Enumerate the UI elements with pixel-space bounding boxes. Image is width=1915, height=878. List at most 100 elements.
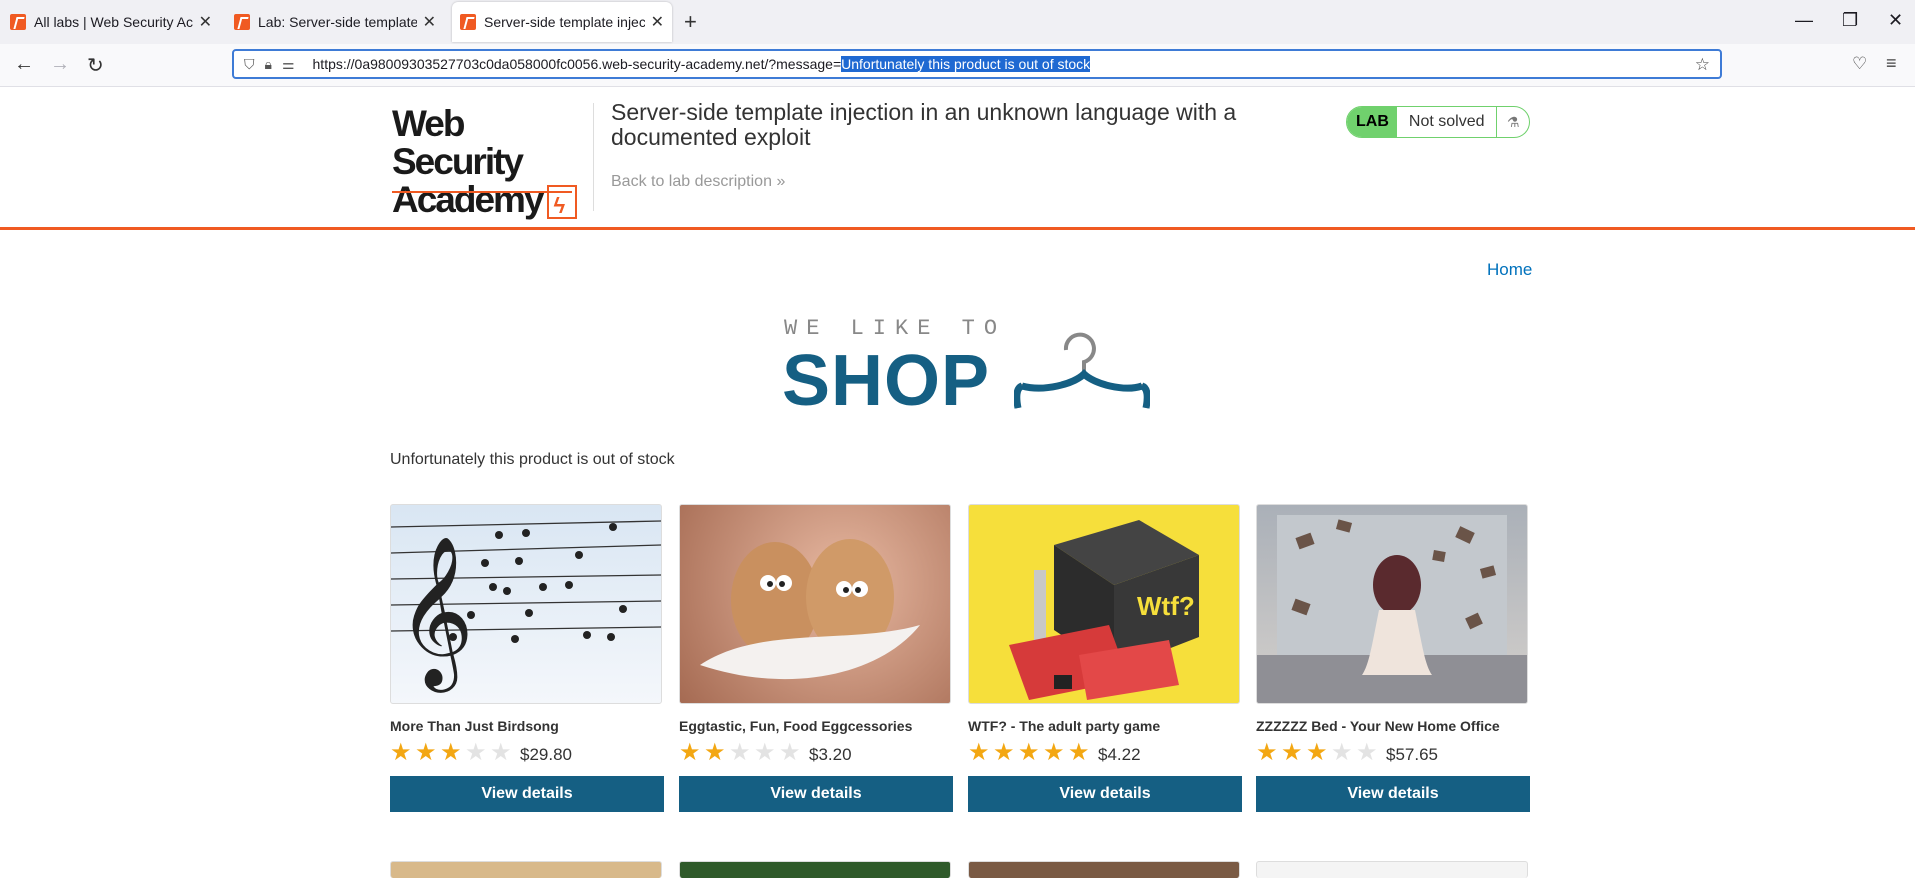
product-name: Eggtastic, Fun, Food Eggcessories [679, 718, 913, 734]
lock-icon[interactable]: 🔒︎ [265, 56, 272, 73]
product-name: ZZZZZZ Bed - Your New Home Office [1256, 718, 1500, 734]
shield-icon[interactable]: ⛉ [244, 56, 255, 73]
star-icon: ★ [1356, 739, 1378, 766]
product-name: More Than Just Birdsong [390, 718, 559, 734]
coat-hanger-icon [1014, 332, 1150, 409]
logo-underline [392, 191, 572, 193]
star-icon: ★ [1256, 739, 1278, 766]
double-chevron-right-icon: » [776, 173, 786, 190]
product-price: $4.22 [1098, 744, 1141, 764]
product-image-partial[interactable] [390, 861, 662, 878]
lab-header: Web Security Academy Server-side templat… [0, 87, 1915, 230]
product-name: WTF? - The adult party game [968, 718, 1161, 734]
star-icon: ★ [968, 739, 990, 766]
product-card: Wtf? WTF? - The adult party game ★ ★ ★ ★ ★ $… [968, 504, 1242, 812]
tab-all-labs[interactable]: All labs | Web Security Academy ✕ [2, 2, 220, 42]
tab-title: Lab: Server-side template injection in a… [258, 14, 417, 30]
svg-text:𝄞: 𝄞 [397, 534, 474, 693]
pocket-icon[interactable]: ♡ [1852, 54, 1867, 74]
lab-title: Server-side template injection in an unk… [611, 99, 1237, 150]
star-icon: ★ [490, 739, 512, 766]
hamburger-menu-icon[interactable]: ≡ [1886, 53, 1897, 74]
product-image-partial[interactable] [968, 861, 1240, 878]
banner-title: SHOP [782, 341, 991, 421]
shop-banner: WE LIKE TO SHOP [782, 316, 1150, 421]
close-icon[interactable]: ✕ [651, 12, 664, 32]
lab-badge-label: LAB [1347, 107, 1397, 137]
header-divider [593, 103, 594, 211]
product-image-partial[interactable] [679, 861, 951, 878]
navigation-bar: ← → ↻ ⛉ 🔒︎ ⚌ https://0a98009303527703c0d… [0, 44, 1915, 87]
home-link[interactable]: Home [1487, 260, 1532, 280]
star-icon: ★ [415, 739, 437, 766]
lab-status-badge: LAB Not solved ⚗ [1346, 106, 1530, 138]
product-card: 𝄞 More Than Just Birdsong ★ ★ ★ ★ ★ $29.80 V… [390, 504, 664, 812]
star-icon: ★ [1331, 739, 1353, 766]
star-icon: ★ [465, 739, 487, 766]
view-details-button[interactable]: View details [968, 776, 1242, 812]
star-icon: ★ [1281, 739, 1303, 766]
svg-text:Wtf?: Wtf? [1137, 591, 1195, 621]
back-to-lab-description-link[interactable]: Back to lab description » [611, 173, 785, 191]
back-arrow-icon[interactable]: ← [14, 53, 34, 76]
product-rating: ★ ★ ★ ★ ★ $3.20 [679, 740, 953, 766]
product-image-eggs[interactable] [679, 504, 951, 704]
product-rating: ★ ★ ★ ★ ★ $29.80 [390, 740, 664, 766]
tab-title: All labs | Web Security Academy [34, 14, 193, 30]
address-bar[interactable]: ⛉ 🔒︎ ⚌ https://0a98009303527703c0da05800… [232, 49, 1722, 79]
close-icon[interactable]: ✕ [199, 12, 212, 32]
url-selected-text: Unfortunately this product is out of sto… [841, 56, 1091, 72]
product-rating: ★ ★ ★ ★ ★ $57.65 [1256, 740, 1530, 766]
star-icon: ★ [1043, 739, 1065, 766]
product-image-birdsong[interactable]: 𝄞 [390, 504, 662, 704]
restore-icon[interactable]: ❐ [1842, 10, 1858, 31]
star-icon: ★ [993, 739, 1015, 766]
back-link-label: Back to lab description [611, 173, 772, 190]
academy-favicon-icon [460, 14, 476, 30]
view-details-button[interactable]: View details [390, 776, 664, 812]
product-card: Eggtastic, Fun, Food Eggcessories ★ ★ ★ ★ ★ … [679, 504, 953, 812]
academy-favicon-icon [234, 14, 250, 30]
tab-bar: All labs | Web Security Academy ✕ Lab: S… [0, 0, 1915, 44]
window-close-icon[interactable]: ✕ [1888, 10, 1903, 31]
bookmark-star-icon[interactable]: ☆ [1695, 55, 1710, 75]
product-price: $29.80 [520, 744, 572, 764]
product-price: $3.20 [809, 744, 852, 764]
star-icon: ★ [440, 739, 462, 766]
star-icon: ★ [1306, 739, 1328, 766]
lab-status-text: Not solved [1397, 107, 1498, 137]
reload-icon[interactable]: ↻ [87, 53, 104, 78]
forward-arrow-icon[interactable]: → [50, 53, 70, 76]
star-icon: ★ [779, 739, 801, 766]
product-image-partial[interactable] [1256, 861, 1528, 878]
banner-tagline: WE LIKE TO [784, 316, 1007, 341]
star-icon: ★ [390, 739, 412, 766]
product-image-wtf-game[interactable]: Wtf? [968, 504, 1240, 704]
star-icon: ★ [1068, 739, 1090, 766]
star-icon: ★ [679, 739, 701, 766]
star-icon: ★ [704, 739, 726, 766]
tab-active-lab[interactable]: Server-side template injection in an unk… [452, 2, 672, 42]
view-details-button[interactable]: View details [1256, 776, 1530, 812]
permissions-icon[interactable]: ⚌ [282, 56, 295, 73]
logo-line-1: Web Security [392, 103, 524, 182]
academy-favicon-icon [10, 14, 26, 30]
product-image-bed[interactable] [1256, 504, 1528, 704]
logo-line-2: Academy [392, 179, 545, 220]
star-icon: ★ [754, 739, 776, 766]
flask-icon: ⚗ [1506, 113, 1520, 130]
tab-title: Server-side template injection in an unk… [484, 14, 645, 30]
product-card: ZZZZZZ Bed - Your New Home Office ★ ★ ★ ★ ★ … [1256, 504, 1530, 812]
web-security-academy-logo[interactable]: Web Security Academy [392, 103, 592, 225]
url-text[interactable]: https://0a98009303527703c0da058000fc0056… [313, 56, 1091, 72]
minimize-icon[interactable]: — [1795, 10, 1813, 31]
star-icon: ★ [1018, 739, 1040, 766]
view-details-button[interactable]: View details [679, 776, 953, 812]
out-of-stock-message: Unfortunately this product is out of sto… [390, 451, 675, 468]
url-prefix: https://0a98009303527703c0da058000fc0056… [312, 56, 842, 72]
star-icon: ★ [729, 739, 751, 766]
product-rating: ★ ★ ★ ★ ★ $4.22 [968, 740, 1242, 766]
tab-lab-description[interactable]: Lab: Server-side template injection in a… [226, 2, 444, 42]
close-icon[interactable]: ✕ [423, 12, 436, 32]
new-tab-button[interactable]: + [684, 9, 697, 35]
